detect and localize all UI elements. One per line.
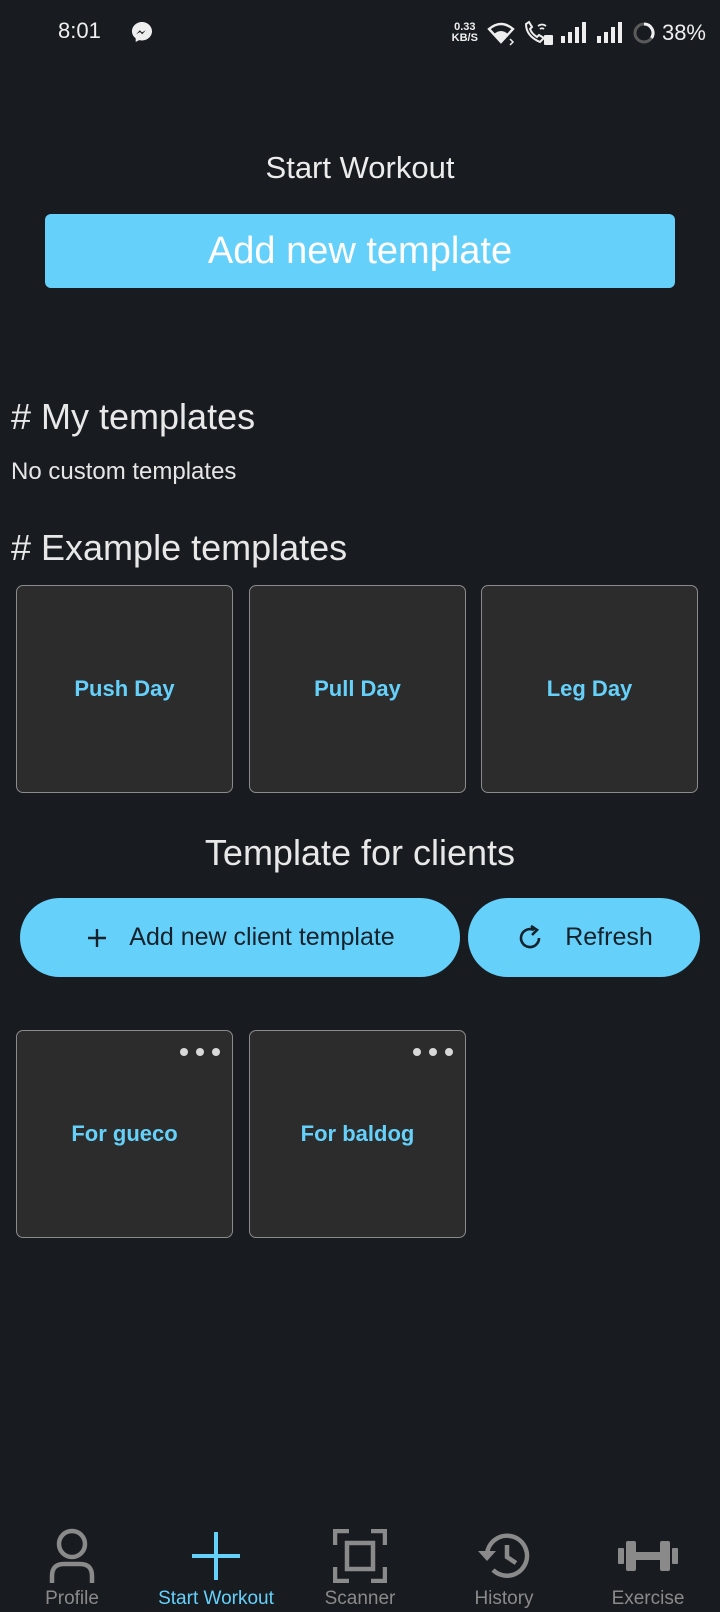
client-template-card-for-gueco[interactable]: For gueco (16, 1030, 233, 1238)
signal-icon-sim2 (596, 22, 622, 43)
page-title: Start Workout (265, 150, 455, 185)
scanner-icon (333, 1529, 387, 1583)
template-card-label: Pull Day (314, 676, 401, 701)
no-custom-templates-text: No custom templates (11, 458, 237, 485)
messenger-icon (132, 22, 152, 42)
nav-item-start-workout[interactable]: Start Workout (144, 1512, 288, 1612)
nav-item-profile[interactable]: Profile (0, 1512, 144, 1612)
nav-label-start-workout: Start Workout (158, 1588, 274, 1609)
network-speed-unit: KB/S (451, 32, 478, 44)
example-template-card-pull-day[interactable]: Pull Day (249, 585, 466, 793)
plus-icon (192, 1532, 240, 1580)
battery-ring-icon (633, 22, 655, 44)
signal-icon-sim1 (560, 22, 586, 43)
refresh-icon (519, 924, 541, 948)
nav-item-scanner[interactable]: Scanner (288, 1512, 432, 1612)
status-bar: 8:01 0.33 KB/S 38% (0, 0, 720, 66)
template-card-label: Push Day (74, 676, 175, 701)
nav-label-profile: Profile (45, 1588, 99, 1609)
plus-icon (88, 928, 107, 947)
template-for-clients-heading: Template for clients (204, 832, 516, 873)
example-templates-heading: # Example templates (11, 527, 348, 568)
nav-item-exercise[interactable]: Exercise (576, 1512, 720, 1612)
battery-percent: 38% (661, 20, 706, 45)
example-template-card-push-day[interactable]: Push Day (16, 585, 233, 793)
status-indicators: 0.33 KB/S 38% (452, 16, 706, 50)
example-template-card-leg-day[interactable]: Leg Day (481, 585, 698, 793)
more-options-icon[interactable] (180, 1043, 220, 1061)
nav-label-history: History (474, 1588, 534, 1609)
network-speed: 0.33 KB/S (452, 22, 478, 44)
history-icon (478, 1533, 530, 1578)
dumbbell-icon (618, 1541, 678, 1571)
client-template-card-for-baldog[interactable]: For baldog (249, 1030, 466, 1238)
add-client-template-label: Add new client template (129, 923, 395, 951)
nav-item-history[interactable]: History (432, 1512, 576, 1612)
person-icon (49, 1528, 95, 1583)
nav-label-scanner: Scanner (324, 1588, 396, 1609)
refresh-button[interactable]: Refresh (468, 898, 700, 977)
wifi-icon (487, 22, 515, 46)
template-card-label: For gueco (71, 1121, 178, 1146)
refresh-label: Refresh (565, 923, 653, 951)
wifi-calling-icon (524, 20, 553, 45)
nav-label-exercise: Exercise (611, 1588, 685, 1609)
add-new-template-button[interactable]: Add new template (45, 214, 675, 288)
bottom-navigation: Profile Start Workout Scanner History Ex… (0, 1512, 720, 1612)
status-time: 8:01 (58, 18, 101, 43)
my-templates-heading: # My templates (11, 396, 256, 437)
template-card-label: For baldog (300, 1121, 415, 1146)
more-options-icon[interactable] (413, 1043, 453, 1061)
add-new-client-template-button[interactable]: Add new client template (20, 898, 460, 977)
template-card-label: Leg Day (546, 676, 633, 701)
